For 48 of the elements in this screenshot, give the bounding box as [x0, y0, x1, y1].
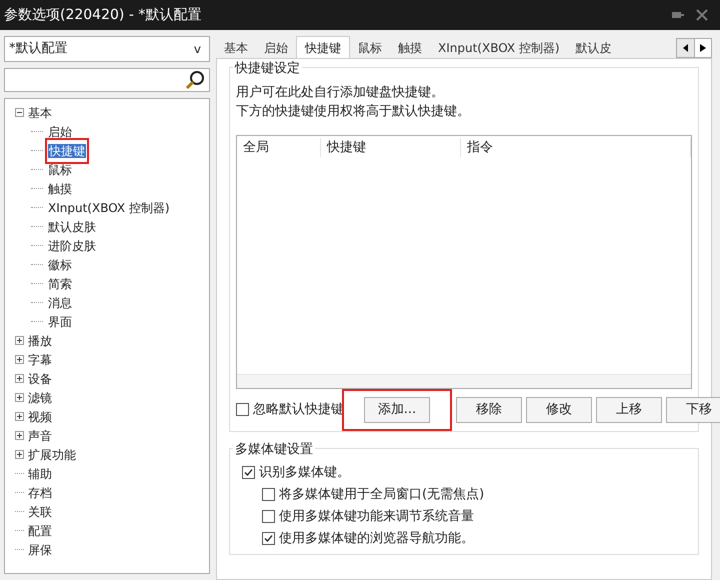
tab[interactable]: XInput(XBOX 控制器) [430, 38, 568, 58]
tree-item[interactable]: 界面 [47, 314, 73, 328]
tree-item[interactable]: 字幕 [28, 350, 52, 368]
tree-item[interactable]: 屏保 [28, 540, 52, 558]
tree-item[interactable]: 视频 [28, 408, 52, 426]
tree-item[interactable]: 触摸 [47, 182, 73, 196]
tree-item[interactable]: 快捷键 [48, 144, 86, 158]
action-button[interactable]: 修改 [526, 396, 592, 422]
tree-item[interactable]: 设备 [28, 370, 52, 388]
checkbox-label: 识别多媒体键。 [259, 464, 350, 482]
window-title: 参数选项(220420) - *默认配置 [4, 6, 202, 24]
tree-item[interactable]: 进阶皮肤 [47, 238, 97, 252]
tree-item[interactable]: 启始 [47, 124, 73, 138]
tree-item[interactable]: 基本 [28, 104, 52, 122]
tree-item[interactable]: 存档 [28, 484, 52, 502]
tab[interactable]: 触摸 [390, 38, 430, 58]
tab[interactable]: 快捷键 [296, 36, 350, 58]
tab[interactable]: 鼠标 [350, 38, 390, 58]
description-text: 用户可在此处自行添加键盘快捷键。 [236, 84, 445, 102]
description-text: 下方的快捷键使用权将高于默认快捷键。 [236, 102, 471, 120]
profile-dropdown[interactable]: *默认配置 v [4, 36, 210, 62]
tree-item[interactable]: 声音 [28, 426, 52, 444]
action-button[interactable]: 添加... [364, 396, 430, 422]
tree-item[interactable]: 消息 [47, 296, 73, 310]
checkbox-label: 使用多媒体键的浏览器导航功能。 [279, 530, 474, 548]
action-button[interactable]: 移除 [456, 396, 522, 422]
action-button[interactable]: 下移 [666, 396, 720, 422]
column-header[interactable]: 快捷键 [321, 138, 461, 158]
tree-item[interactable]: 默认皮肤 [47, 220, 97, 234]
action-button[interactable]: 上移 [596, 396, 662, 422]
tree-item[interactable]: 徽标 [47, 258, 73, 272]
tree-item[interactable]: 播放 [28, 332, 52, 350]
tree-item[interactable]: 鼠标 [47, 162, 73, 176]
tab[interactable]: 基本 [216, 38, 256, 58]
tree-item[interactable]: 配置 [28, 522, 52, 540]
tree-item[interactable]: 辅助 [28, 464, 52, 482]
checkbox-label: 使用多媒体键功能来调节系统音量 [279, 508, 474, 526]
column-header[interactable]: 全局 [237, 138, 321, 158]
tree-item[interactable]: 关联 [28, 502, 52, 520]
tree-item[interactable]: 简索 [47, 276, 73, 290]
caret-icon: v [194, 40, 205, 58]
tab[interactable]: 默认皮 [568, 38, 620, 58]
checkbox-label: 将多媒体键用于全局窗口(无需焦点) [279, 486, 484, 504]
tab[interactable]: 启始 [256, 38, 296, 58]
tree-item[interactable]: 滤镜 [28, 388, 52, 406]
tree-item[interactable]: XInput(XBOX 控制器) [47, 200, 171, 214]
tree-item[interactable]: 扩展功能 [28, 446, 76, 464]
column-header[interactable]: 指令 [461, 138, 691, 158]
